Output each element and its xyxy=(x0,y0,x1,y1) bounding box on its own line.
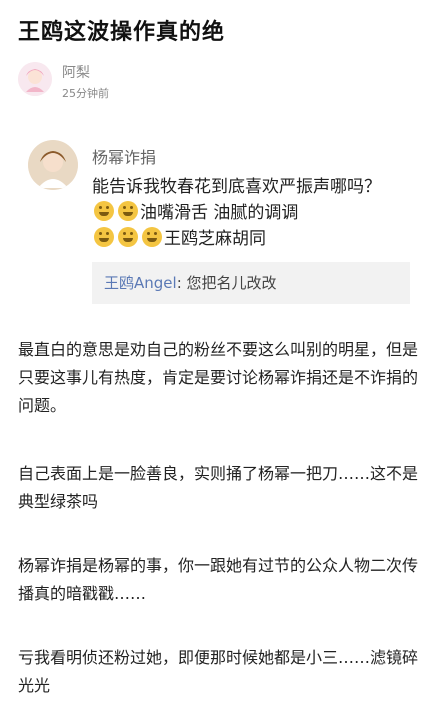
reply-box: 王鸥Angel: 您把名儿改改 xyxy=(92,262,410,304)
author-avatar[interactable] xyxy=(18,62,52,96)
laughing-crying-emoji-icon xyxy=(94,227,114,247)
laughing-crying-emoji-icon xyxy=(94,201,114,221)
article-title: 王鸥这波操作真的绝 xyxy=(18,20,226,45)
commenter-username: 杨幂诈捐 xyxy=(92,148,157,167)
paragraph-1: 最直白的意思是劝自己的粉丝不要这么叫别的明星，但是只要这事儿有热度，肯定是要讨论… xyxy=(18,340,419,415)
laughing-crying-emoji-icon xyxy=(142,227,162,247)
laughing-crying-emoji-icon xyxy=(118,201,138,221)
comment-text: 能告诉我牧春花到底喜欢严振声哪吗？ 油嘴滑舌 油腻的调调 王鸥芝麻胡同 xyxy=(92,174,404,252)
quoted-comment-screenshot: 杨幂诈捐 能告诉我牧春花到底喜欢严振声哪吗？油嘴滑舌 油腻的调调 王鸥芝麻胡同 … xyxy=(28,140,412,312)
reply-username: 王鸥Angel xyxy=(104,274,177,292)
laughing-crying-emoji-icon xyxy=(118,227,138,247)
reply-text: : 您把名儿改改 xyxy=(176,274,277,292)
comment-text-part1: 能告诉我牧春花到底喜欢严振声哪吗？ xyxy=(92,177,381,197)
paragraph-4: 亏我看明侦还粉过她，即便那时候她都是小三……滤镜碎光光 xyxy=(18,648,419,695)
commenter-avatar xyxy=(28,140,78,190)
paragraph-3: 杨幂诈捐是杨幂的事，你一跟她有过节的公众人物二次传播真的暗戳戳…… xyxy=(18,556,419,603)
post-time: 25分钟前 xyxy=(62,87,109,100)
paragraph-2: 自己表面上是一脸善良，实则捅了杨幂一把刀……这不是典型绿茶吗 xyxy=(18,464,419,511)
author-name[interactable]: 阿梨 xyxy=(62,62,90,82)
comment-text-part2: 油嘴滑舌 油腻的调调 xyxy=(140,203,299,223)
comment-text-part3: 王鸥芝麻胡同 xyxy=(164,229,266,249)
